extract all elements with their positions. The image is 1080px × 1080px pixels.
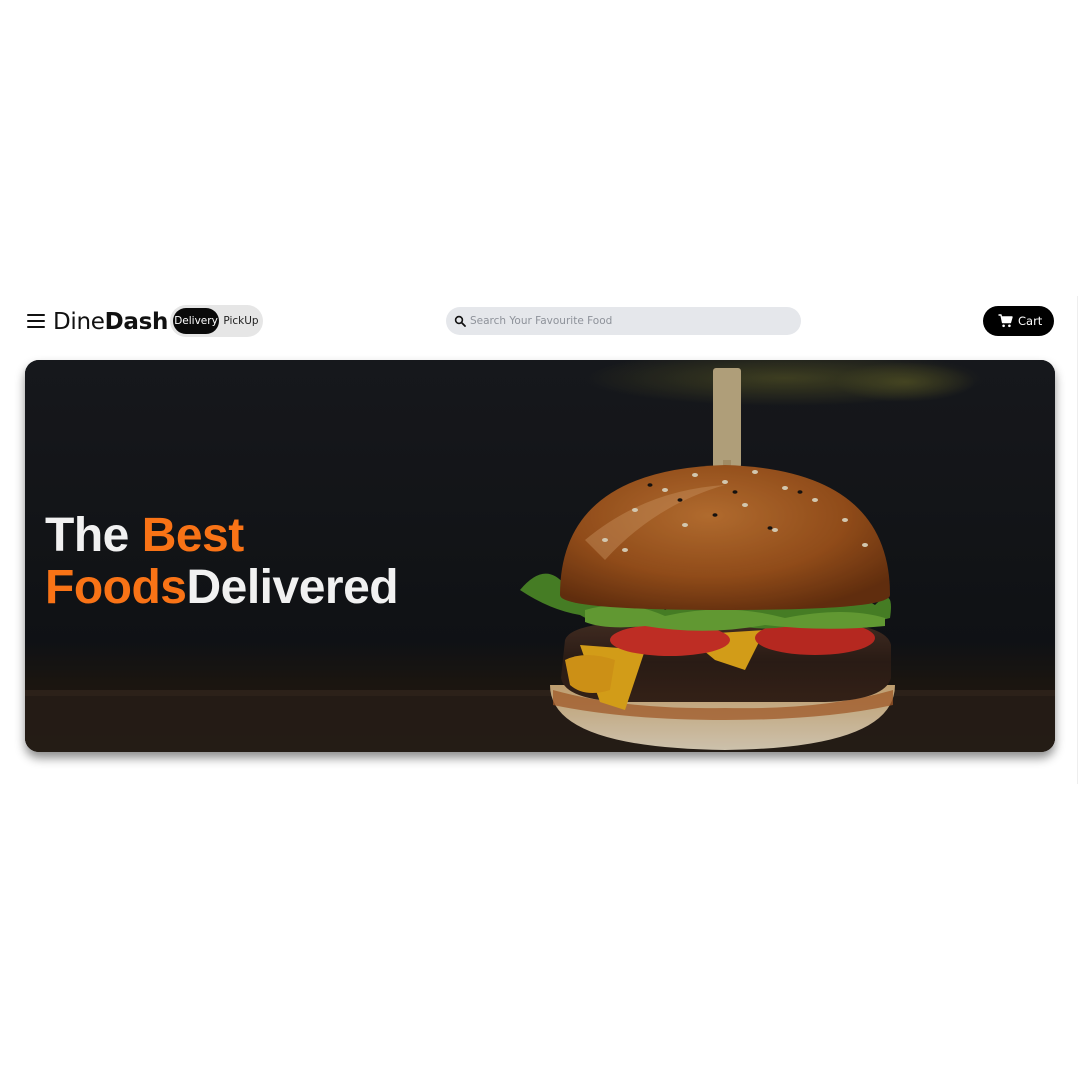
pickup-option[interactable]: PickUp — [221, 308, 261, 334]
brand-name-light: Dine — [53, 309, 105, 335]
app-shell: DineDash Delivery PickUp Cart — [0, 296, 1080, 786]
page-edge-divider — [1077, 296, 1078, 784]
search-input[interactable] — [470, 311, 790, 331]
hero-headline: The Best FoodsDelivered — [45, 510, 399, 614]
cart-icon — [998, 314, 1013, 328]
hero-headline-line-2: FoodsDelivered — [45, 561, 399, 614]
cart-label: Cart — [1018, 314, 1043, 328]
hero-banner: The Best FoodsDelivered — [25, 360, 1055, 752]
hero-headline-line-1: The Best — [45, 510, 398, 562]
brand-logo[interactable]: DineDash — [53, 308, 168, 336]
cart-button[interactable]: Cart — [983, 306, 1054, 336]
hero-word-foods: Foods — [45, 561, 187, 614]
delivery-mode-toggle: Delivery PickUp — [170, 305, 263, 337]
hero-word-delivered: Delivered — [186, 561, 399, 614]
delivery-option[interactable]: Delivery — [173, 308, 219, 334]
search-icon — [454, 315, 466, 327]
brand-name-bold: Dash — [104, 309, 169, 335]
hero-word-the: The — [45, 509, 129, 562]
search-bar — [446, 307, 801, 335]
top-navbar: DineDash Delivery PickUp Cart — [0, 296, 1080, 348]
hero-word-best: Best — [141, 509, 245, 562]
hamburger-menu-icon[interactable] — [27, 313, 45, 329]
